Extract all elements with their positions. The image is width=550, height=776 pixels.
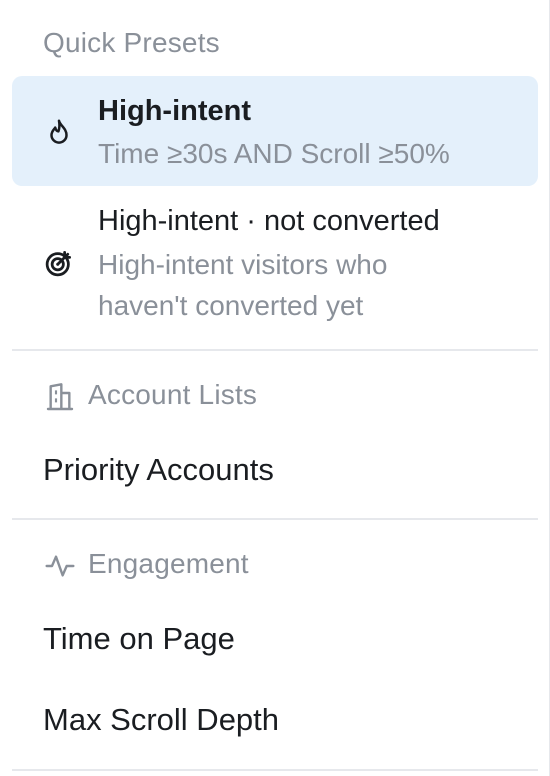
building-icon — [46, 383, 74, 411]
list-item-time-on-page[interactable]: Time on Page — [43, 621, 235, 657]
divider — [12, 349, 538, 351]
quick-presets-heading: Quick Presets — [43, 27, 220, 58]
divider — [12, 518, 538, 520]
filter-dropdown-menu: Quick Presets High-intent Time ≥30s AND … — [0, 0, 550, 776]
list-item-max-scroll-depth[interactable]: Max Scroll Depth — [43, 702, 279, 738]
preset-title: High-intent — [98, 95, 252, 127]
list-item-priority-accounts[interactable]: Priority Accounts — [43, 452, 274, 488]
preset-description: Time ≥30s AND Scroll ≥50% — [98, 138, 450, 169]
account-lists-heading: Account Lists — [88, 379, 258, 410]
preset-title: High-intent · not converted — [98, 205, 440, 237]
preset-high-intent[interactable]: High-intent Time ≥30s AND Scroll ≥50% — [12, 76, 538, 186]
engagement-heading: Engagement — [88, 548, 249, 579]
flame-icon — [50, 119, 68, 144]
target-icon — [45, 251, 71, 277]
divider — [12, 769, 538, 771]
preset-description-line-2: haven't converted yet — [98, 290, 364, 321]
activity-icon — [45, 555, 75, 577]
preset-description-line-1: High-intent visitors who — [98, 249, 388, 280]
preset-high-intent-not-converted[interactable]: High-intent · not converted High-intent … — [12, 196, 538, 330]
